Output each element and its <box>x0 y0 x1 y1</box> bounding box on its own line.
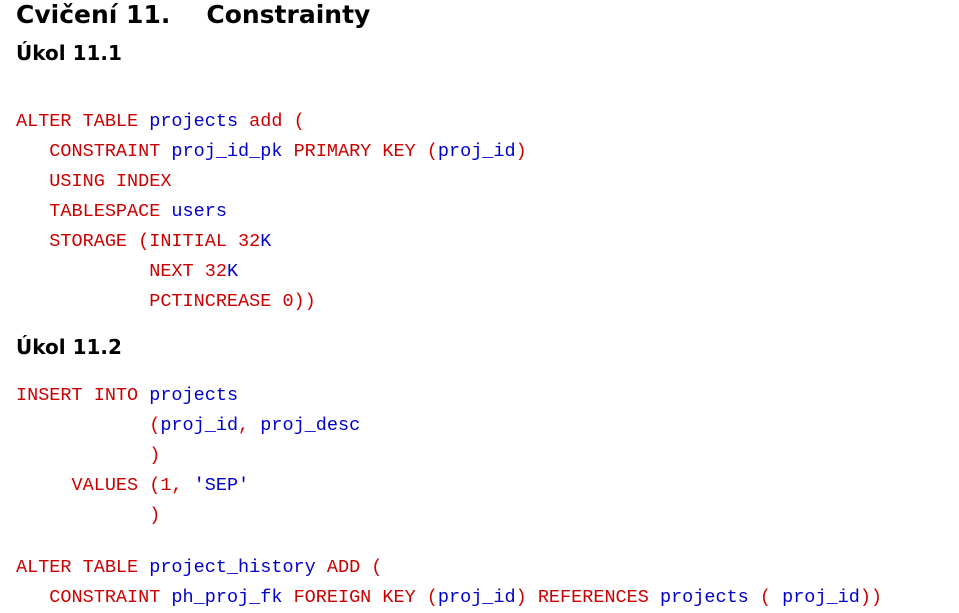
code-token: INSERT INTO <box>16 385 138 406</box>
code-token: VALUES (1, <box>16 475 183 496</box>
code-token: ) <box>16 505 160 526</box>
code-token: ) <box>516 587 538 608</box>
code-token: ( <box>760 587 771 608</box>
code-token: ph_proj_fk <box>160 587 293 608</box>
code-token: ADD ( <box>327 557 383 578</box>
code-token: )) <box>860 587 882 608</box>
code-token: ( <box>16 415 160 436</box>
code-token: add ( <box>249 111 305 132</box>
code-token: FOREIGN KEY ( <box>294 587 438 608</box>
code-token: ) <box>516 141 527 162</box>
task-1-label: Úkol 11.1 <box>16 41 943 65</box>
code-block-3: ALTER TABLE project_history ADD ( CONSTR… <box>16 553 943 613</box>
code-token: K <box>260 231 271 252</box>
chapter-name: Constrainty <box>206 0 370 29</box>
code-block-2: INSERT INTO projects (proj_id, proj_desc… <box>16 381 943 531</box>
code-token: PCTINCREASE 0)) <box>16 291 316 312</box>
code-token: REFERENCES <box>538 587 649 608</box>
chapter-prefix: Cvičení 11. <box>16 0 170 29</box>
code-token: proj_id <box>771 587 860 608</box>
code-token: projects <box>649 587 760 608</box>
code-token: projects <box>138 111 249 132</box>
code-token: projects <box>138 385 238 406</box>
code-token: proj_id <box>438 587 516 608</box>
code-token: PRIMARY KEY ( <box>294 141 438 162</box>
code-token: TABLESPACE <box>16 201 160 222</box>
code-token: USING INDEX <box>16 171 171 192</box>
code-token: proj_desc <box>249 415 360 436</box>
code-token: K <box>227 261 238 282</box>
title-row: Cvičení 11. Constrainty <box>16 0 943 29</box>
document-page: { "colors": { "keyword": "#cc0000", "ide… <box>0 0 959 613</box>
code-token: STORAGE (INITIAL 32 <box>16 231 260 252</box>
code-token: NEXT 32 <box>16 261 227 282</box>
code-block-1: ALTER TABLE projects add ( CONSTRAINT pr… <box>16 107 943 317</box>
code-token: , <box>238 415 249 436</box>
task-2-label: Úkol 11.2 <box>16 335 943 359</box>
code-token: ) <box>16 445 160 466</box>
code-token: ALTER TABLE <box>16 111 138 132</box>
code-token: 'SEP' <box>183 475 250 496</box>
code-token: CONSTRAINT <box>16 141 160 162</box>
code-token: users <box>160 201 227 222</box>
code-token: ALTER TABLE <box>16 557 138 578</box>
code-token: CONSTRAINT <box>16 587 160 608</box>
code-token: project_history <box>138 557 327 578</box>
code-token: proj_id <box>160 415 238 436</box>
code-token: proj_id_pk <box>160 141 293 162</box>
code-token: proj_id <box>438 141 516 162</box>
